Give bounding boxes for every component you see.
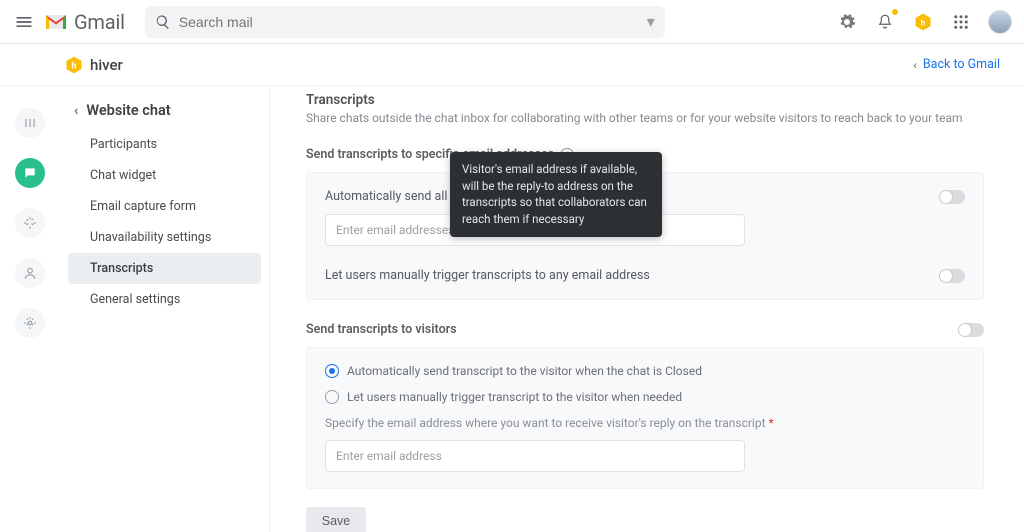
nav-title[interactable]: ‹ Website chat <box>60 102 269 129</box>
hiver-badge-icon[interactable]: h <box>912 11 934 33</box>
gear-icon[interactable] <box>836 11 858 33</box>
nav-item-email-capture[interactable]: Email capture form <box>68 191 261 222</box>
svg-text:h: h <box>71 61 76 71</box>
rail-user-icon[interactable] <box>15 258 45 288</box>
gmail-header: Gmail ▾ h <box>0 0 1024 44</box>
visitors-card: Automatically send transcript to the vis… <box>306 347 984 489</box>
nav-item-chat-widget[interactable]: Chat widget <box>68 160 261 191</box>
save-button[interactable]: Save <box>306 507 366 532</box>
svg-text:h: h <box>921 18 926 28</box>
hamburger-menu-icon[interactable] <box>12 10 36 34</box>
content-pane: Transcripts Share chats outside the chat… <box>270 86 1024 532</box>
radio-dot-icon <box>325 390 339 404</box>
chevron-left-icon: ‹ <box>913 58 917 72</box>
left-rail <box>0 86 60 532</box>
radio-manual-visitor[interactable]: Let users manually trigger transcript to… <box>325 390 965 404</box>
account-avatar[interactable] <box>988 10 1012 34</box>
page-title: Transcripts <box>306 92 984 108</box>
radio-dot-icon <box>325 364 339 378</box>
rail-automation-icon[interactable] <box>15 208 45 238</box>
nav-item-participants[interactable]: Participants <box>68 129 261 160</box>
gmail-logo[interactable]: Gmail <box>44 10 125 34</box>
search-icon <box>155 14 171 30</box>
hiver-bar: h hiver ‹ Back to Gmail <box>0 44 1024 86</box>
manual-trigger-toggle[interactable] <box>939 269 965 283</box>
page-subtitle: Share chats outside the chat inbox for c… <box>306 111 984 125</box>
gmail-wordmark: Gmail <box>74 10 125 34</box>
visitors-section-toggle[interactable] <box>958 323 984 337</box>
hiver-logo[interactable]: h hiver <box>64 55 123 75</box>
rail-settings-icon[interactable] <box>15 308 45 338</box>
rail-chat-icon[interactable] <box>15 158 45 188</box>
radio-auto-closed[interactable]: Automatically send transcript to the vis… <box>325 364 965 378</box>
reply-email-input[interactable]: Enter email address <box>325 440 745 472</box>
nav-item-general[interactable]: General settings <box>68 284 261 315</box>
nav-item-unavailability[interactable]: Unavailability settings <box>68 222 261 253</box>
bell-icon[interactable] <box>874 11 896 33</box>
specify-note: Specify the email address where you want… <box>325 416 965 430</box>
apps-grid-icon[interactable] <box>950 11 972 33</box>
nav-item-transcripts[interactable]: Transcripts <box>68 253 261 284</box>
search-bar[interactable]: ▾ <box>145 6 665 38</box>
rail-dashboard-icon[interactable] <box>15 108 45 138</box>
search-options-caret-icon[interactable]: ▾ <box>647 12 655 31</box>
chevron-left-icon: ‹ <box>74 103 78 119</box>
section-visitors-title: Send transcripts to visitors <box>306 322 984 337</box>
back-to-gmail-link[interactable]: ‹ Back to Gmail <box>913 57 1000 72</box>
settings-nav: ‹ Website chat Participants Chat widget … <box>60 86 270 532</box>
info-tooltip: Visitor's email address if available, wi… <box>450 152 662 237</box>
auto-send-toggle[interactable] <box>939 190 965 204</box>
manual-trigger-label: Let users manually trigger transcripts t… <box>325 268 650 283</box>
search-input[interactable] <box>179 14 639 30</box>
